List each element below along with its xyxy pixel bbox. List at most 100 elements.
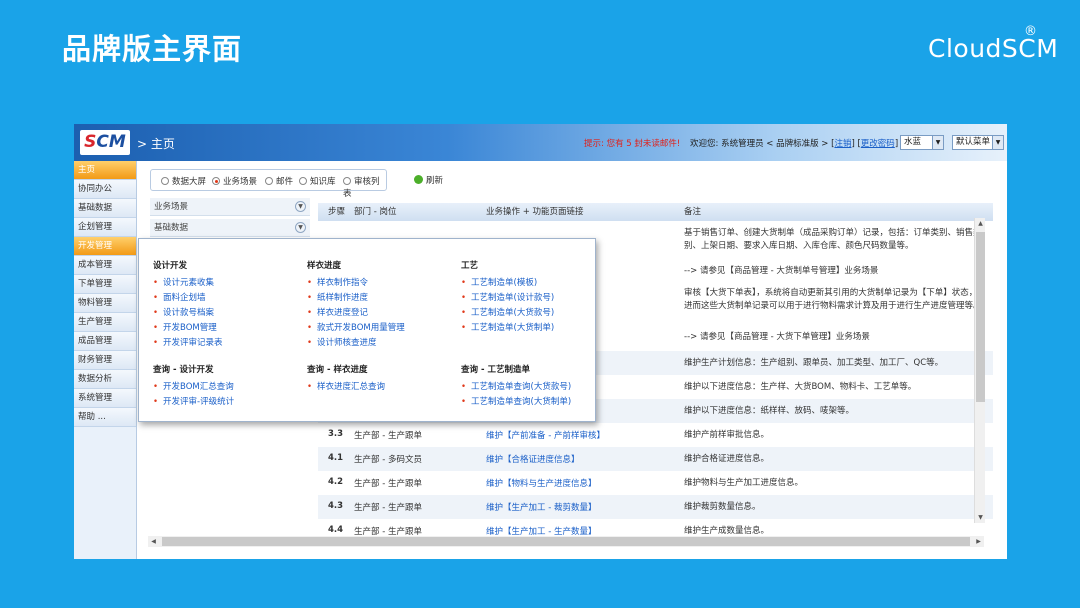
mail-hint[interactable]: 提示: 您有 5 封未读邮件! (584, 137, 680, 149)
sidebar-item-analytics[interactable]: 数据分析 (74, 370, 136, 389)
top-bar: SCM > 主页 提示: 您有 5 封未读邮件! 欢迎您: 系统管理员 < 品牌… (74, 124, 1007, 161)
scroll-down-icon[interactable]: ▼ (975, 512, 986, 523)
menu-item[interactable]: 设计元素收集 (153, 276, 214, 288)
step-cell: 4.4 (328, 525, 344, 535)
header-note: 备注 (684, 207, 702, 217)
radio-label: 知识库 (310, 177, 336, 187)
note-cell: 维护裁剪数量信息。 (684, 502, 761, 512)
note-cell: 维护以下进度信息：纸样样、放码、唛架等。 (684, 406, 855, 416)
radio-business-scene[interactable]: 业务场景 (212, 175, 257, 187)
table-row: 4.3 生产部 - 生产跟单 维护【生产加工 - 裁剪数量】 维护裁剪数量信息。 (318, 495, 993, 519)
radio-icon (299, 177, 307, 185)
sidebar-item-system[interactable]: 系统管理 (74, 389, 136, 408)
step-cell: 4.2 (328, 477, 344, 487)
menu-item[interactable]: 工艺制造单(模板) (461, 276, 537, 288)
note-cell[interactable]: --> 请参见【商品管理 - 大货下单管理】业务场景 (684, 331, 984, 344)
radio-data-screen[interactable]: 数据大屏 (161, 175, 206, 187)
welcome-end: ] (894, 139, 899, 149)
sidebar-item-development[interactable]: 开发管理 (74, 237, 136, 256)
note-cell: 维护生产计划信息：生产组别、跟单员、加工类型、加工厂、QC等。 (684, 358, 944, 368)
sidebar-item-cost[interactable]: 成本管理 (74, 256, 136, 275)
radio-mail[interactable]: 邮件 (265, 175, 293, 187)
menu-group-title: 工艺 (461, 261, 479, 271)
table-row: 3.3 生产部 - 生产跟单 维护【产前准备 - 产前样审核】 维护产前样审批信… (318, 423, 993, 447)
radio-label: 数据大屏 (172, 177, 207, 187)
menu-item[interactable]: 设计款号档案 (153, 306, 214, 318)
sidebar-item-material[interactable]: 物料管理 (74, 294, 136, 313)
sidebar: 主页 协同办公 基础数据 企划管理 开发管理 成本管理 下单管理 物料管理 生产… (74, 161, 137, 559)
change-password-link[interactable]: 更改密码 (861, 139, 895, 149)
refresh-button[interactable]: 刷新 (414, 174, 443, 186)
grid-header: 步骤 部门 - 岗位 业务操作 + 功能页面链接 备注 (318, 203, 993, 221)
menu-item[interactable]: 款式开发BOM用量管理 (307, 321, 405, 333)
header-op: 业务操作 + 功能页面链接 (486, 207, 584, 217)
note-cell: 维护合格证进度信息。 (684, 454, 770, 464)
sidebar-item-production[interactable]: 生产管理 (74, 313, 136, 332)
vertical-scrollbar[interactable]: ▲ ▼ (974, 218, 985, 523)
note-cell: 维护物料与生产加工进度信息。 (684, 478, 804, 488)
theme-select[interactable]: 水蓝 ▼ (900, 135, 944, 150)
op-link[interactable]: 维护【物料与生产进度信息】 (486, 477, 597, 489)
accordion-label: 基础数据 (154, 223, 189, 233)
brand-logo: CloudSCM (928, 34, 1059, 63)
refresh-label: 刷新 (426, 176, 444, 186)
dept-cell: 生产部 - 生产跟单 (354, 431, 422, 441)
accordion-business-scene[interactable]: 业务场景 ▼ (150, 198, 310, 216)
note-cell: 基于销售订单、创建大货制单（成品采购订单）记录，包括：订单类别、销售类别、上架日… (684, 228, 982, 251)
welcome-label: 欢迎您: 系统管理员 < 品牌标准版 > [ (690, 139, 835, 149)
op-link[interactable]: 维护【产前准备 - 产前样审核】 (486, 429, 605, 441)
scroll-thumb[interactable] (162, 537, 970, 546)
sidebar-item-home[interactable]: 主页 (74, 161, 136, 180)
refresh-icon (414, 175, 423, 184)
menu-item[interactable]: 样衣进度登记 (307, 306, 368, 318)
header-step: 步骤 (328, 207, 346, 217)
menu-item[interactable]: 工艺制造单(设计款号) (461, 291, 554, 303)
op-link[interactable]: 维护【合格证进度信息】 (486, 453, 580, 465)
app-logo[interactable]: SCM (80, 130, 130, 155)
menu-item[interactable]: 工艺制造单查询(大货制单) (461, 395, 571, 407)
accordion-basic-data[interactable]: 基础数据 ▼ (150, 219, 310, 237)
view-radio-group: 数据大屏 业务场景 邮件 知识库 审核列表 (150, 169, 387, 199)
radio-review-list[interactable]: 审核列表 (343, 175, 386, 199)
sidebar-item-finance[interactable]: 财务管理 (74, 351, 136, 370)
menu-item[interactable]: 开发BOM汇总查询 (153, 380, 234, 392)
logout-link[interactable]: 注销 (834, 139, 851, 149)
accordion-label: 业务场景 (154, 202, 189, 212)
sidebar-item-basic-data[interactable]: 基础数据 (74, 199, 136, 218)
menu-item[interactable]: 工艺制造单(大货款号) (461, 306, 554, 318)
radio-knowledge[interactable]: 知识库 (299, 175, 336, 187)
menu-group-title: 设计开发 (153, 261, 188, 271)
chevron-down-icon: ▼ (295, 222, 306, 233)
scroll-left-icon[interactable]: ◀ (148, 536, 159, 547)
note-cell[interactable]: --> 请参见【商品管理 - 大货制单号管理】业务场景 (684, 265, 984, 278)
table-row: 4.2 生产部 - 生产跟单 维护【物料与生产进度信息】 维护物料与生产加工进度… (318, 471, 993, 495)
chevron-down-icon: ▼ (992, 136, 1003, 149)
sidebar-item-office[interactable]: 协同办公 (74, 180, 136, 199)
menu-item[interactable]: 工艺制造单查询(大货款号) (461, 380, 571, 392)
scroll-right-icon[interactable]: ▶ (973, 536, 984, 547)
menu-item[interactable]: 设计师核查进度 (307, 336, 377, 348)
radio-icon (265, 177, 273, 185)
radio-icon (343, 177, 351, 185)
horizontal-scrollbar[interactable]: ◀ ▶ (148, 536, 984, 547)
scroll-up-icon[interactable]: ▲ (975, 218, 986, 229)
menu-item[interactable]: 开发评审记录表 (153, 336, 223, 348)
menu-item[interactable]: 开发评审-评级统计 (153, 395, 234, 407)
scroll-thumb[interactable] (976, 232, 985, 402)
menu-select[interactable]: 默认菜单 ▼ (952, 135, 1004, 150)
sidebar-item-order[interactable]: 下单管理 (74, 275, 136, 294)
menu-item[interactable]: 样衣制作指令 (307, 276, 368, 288)
menu-item[interactable]: 纸样制作进度 (307, 291, 368, 303)
menu-item[interactable]: 面料企划墙 (153, 291, 206, 303)
sidebar-item-planning[interactable]: 企划管理 (74, 218, 136, 237)
menu-item[interactable]: 开发BOM管理 (153, 321, 217, 333)
dept-cell: 生产部 - 多码文员 (354, 455, 422, 465)
welcome-sep: ] [ (851, 139, 861, 149)
step-cell: 3.3 (328, 429, 344, 439)
radio-label: 邮件 (276, 177, 294, 187)
menu-item[interactable]: 样衣进度汇总查询 (307, 380, 385, 392)
sidebar-item-help[interactable]: 帮助 ... (74, 408, 136, 427)
sidebar-item-finished-goods[interactable]: 成品管理 (74, 332, 136, 351)
menu-item[interactable]: 工艺制造单(大货制单) (461, 321, 554, 333)
op-link[interactable]: 维护【生产加工 - 裁剪数量】 (486, 501, 596, 513)
